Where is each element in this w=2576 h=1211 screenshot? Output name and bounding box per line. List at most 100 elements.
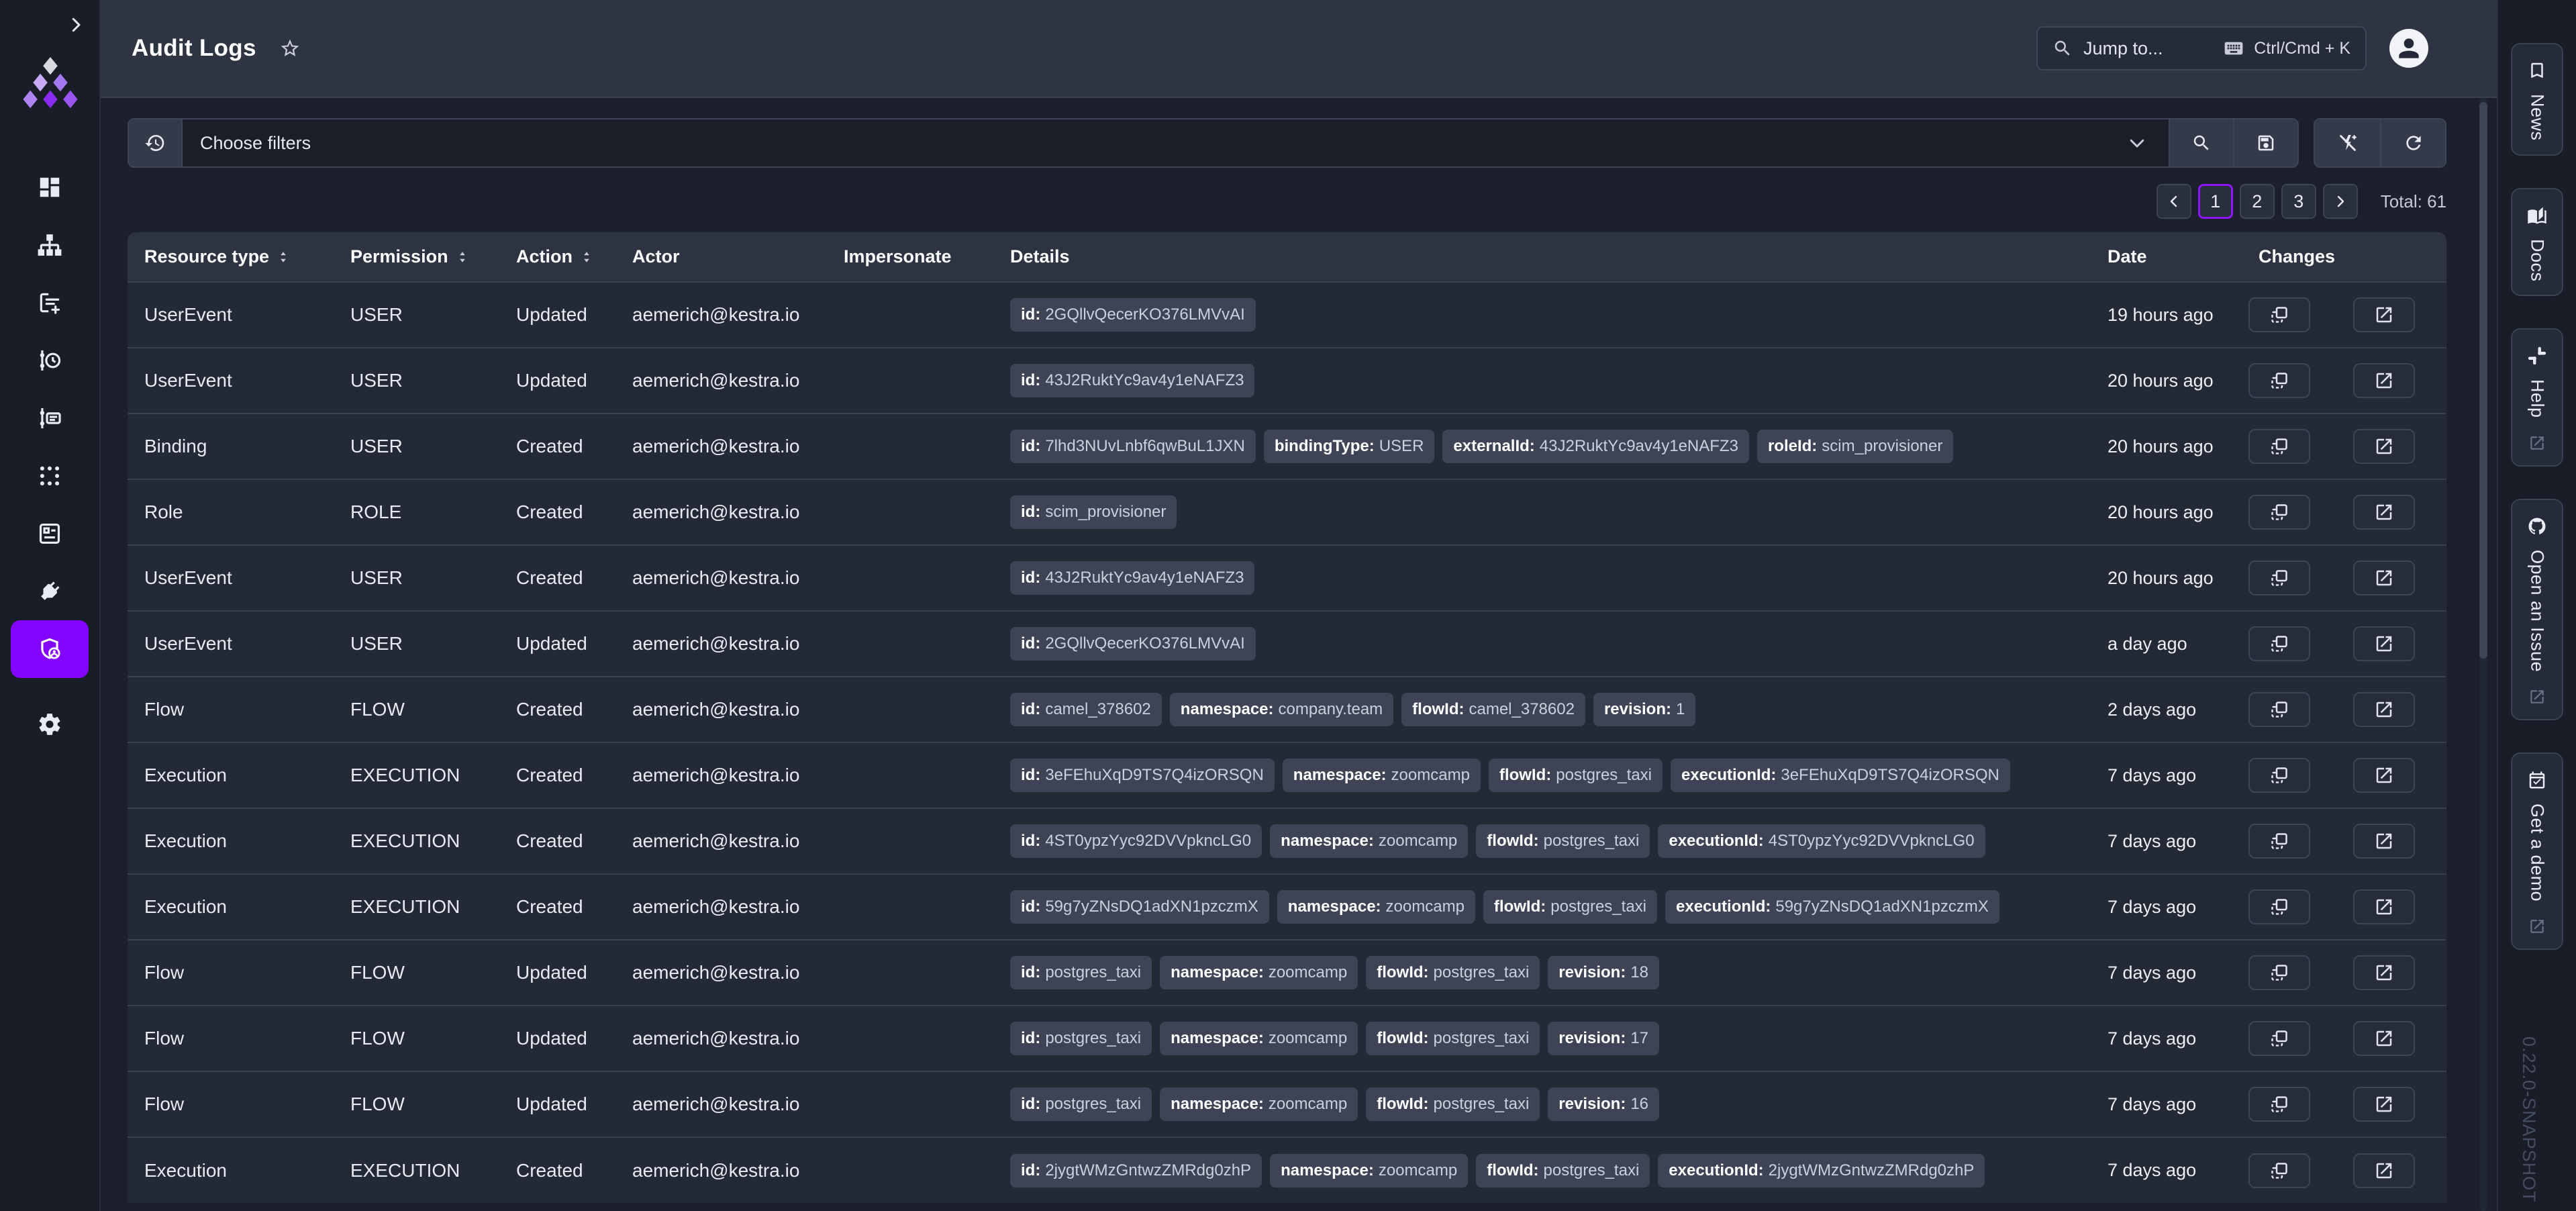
open-details-button[interactable]	[2353, 297, 2415, 332]
open-details-button[interactable]	[2353, 1021, 2415, 1056]
column-header-changes: Changes	[2242, 232, 2446, 282]
changes-diff-button[interactable]	[2248, 429, 2310, 464]
cell-details: id43J2RuktYc9av4y1eNAFZ3	[993, 544, 2091, 611]
open-details-button[interactable]	[2353, 495, 2415, 530]
sidebar-item-settings[interactable]	[11, 695, 89, 753]
sidebar-expand-button[interactable]	[66, 15, 86, 35]
detail-badge: namespacezoomcamp	[1282, 759, 1481, 792]
column-label: Impersonate	[844, 246, 952, 267]
open-in-new-icon	[2376, 1163, 2392, 1178]
changes-diff-button[interactable]	[2248, 363, 2310, 398]
cell-resource-type: UserEvent	[128, 610, 334, 677]
cell-changes	[2242, 742, 2446, 808]
kestra-logo[interactable]	[19, 56, 82, 112]
rail-tab-open-an-issue[interactable]: Open an Issue	[2511, 498, 2563, 720]
pagination-page-1[interactable]: 1	[2197, 184, 2233, 219]
auto-refresh-off-button[interactable]	[2315, 119, 2380, 166]
cell-date: a day ago	[2091, 610, 2242, 677]
rail-tab-label: Open an Issue	[2527, 549, 2548, 672]
ballot-icon	[39, 523, 60, 544]
changes-diff-button[interactable]	[2248, 889, 2310, 924]
filter-input[interactable]	[200, 132, 2123, 154]
pagination-page-2[interactable]: 2	[2239, 184, 2275, 219]
changes-diff-button[interactable]	[2248, 626, 2310, 661]
sidebar-item-executions[interactable]	[11, 332, 89, 389]
cell-changes	[2242, 808, 2446, 874]
jump-to-search[interactable]: Jump to... Ctrl/Cmd + K	[2036, 26, 2367, 70]
cell-changes	[2242, 939, 2446, 1006]
open-details-button[interactable]	[2353, 363, 2415, 398]
detail-badge: idpostgres_taxi	[1010, 956, 1152, 989]
sidebar-item-editor[interactable]	[11, 274, 89, 332]
open-details-button[interactable]	[2353, 429, 2415, 464]
open-details-button[interactable]	[2353, 889, 2415, 924]
sidebar-item-home[interactable]	[11, 158, 89, 216]
diff-copy-icon	[2271, 438, 2287, 454]
open-details-button[interactable]	[2353, 1153, 2415, 1188]
detail-badge: executionId59g7yZNsDQ1adXN1pzczmX	[1665, 890, 1999, 924]
column-header-actor: Actor	[615, 232, 827, 282]
sidebar-item-flows[interactable]	[11, 216, 89, 274]
changes-diff-button[interactable]	[2248, 824, 2310, 859]
sidebar-item-administration[interactable]	[11, 620, 89, 678]
pagination-page-3[interactable]: 3	[2281, 184, 2316, 219]
changes-diff-button[interactable]	[2248, 495, 2310, 530]
filter-dropdown-button[interactable]	[2123, 133, 2151, 153]
filter-history-button[interactable]	[129, 119, 183, 166]
changes-diff-button[interactable]	[2248, 1153, 2310, 1188]
pagination-next-button[interactable]	[2322, 184, 2358, 219]
open-details-button[interactable]	[2353, 824, 2415, 859]
filter-save-button[interactable]	[2233, 119, 2297, 166]
sidebar-item-blueprints[interactable]	[11, 505, 89, 563]
favorite-button[interactable]	[279, 38, 301, 59]
diff-copy-icon	[2271, 1162, 2287, 1179]
sidebar-item-logs[interactable]	[11, 389, 89, 447]
rail-tab-help[interactable]: Help	[2511, 328, 2563, 467]
changes-diff-button[interactable]	[2248, 758, 2310, 793]
open-details-button[interactable]	[2353, 692, 2415, 727]
user-avatar[interactable]	[2389, 29, 2428, 68]
rail-tab-news[interactable]: News	[2511, 43, 2563, 156]
open-details-button[interactable]	[2353, 626, 2415, 661]
cell-date: 7 days ago	[2091, 742, 2242, 808]
changes-diff-button[interactable]	[2248, 692, 2310, 727]
column-header-permission[interactable]: Permission	[334, 232, 499, 282]
changes-diff-button[interactable]	[2248, 297, 2310, 332]
power-plug-icon	[41, 581, 60, 600]
main-content: 123 Total: 61 Resource type Permission Act…	[101, 98, 2497, 1211]
sitemap-icon	[38, 234, 62, 256]
sort-icon	[459, 251, 465, 262]
table-row: FlowFLOWUpdatedaemerich@kestra.io idpostg…	[128, 1071, 2446, 1137]
scrollbar-thumb[interactable]	[2479, 102, 2487, 659]
pagination-prev-button[interactable]	[2156, 184, 2191, 219]
rail-tab-get-a-demo[interactable]: Get a demo	[2511, 752, 2563, 950]
topbar: Audit Logs Jump to... Ctrl/Cmd + K	[101, 0, 2497, 98]
cell-actor: aemerich@kestra.io	[615, 281, 827, 348]
changes-diff-button[interactable]	[2248, 1021, 2310, 1056]
sidebar-item-plugins[interactable]	[11, 563, 89, 620]
open-details-button[interactable]	[2353, 955, 2415, 990]
cell-impersonate	[827, 347, 993, 414]
filter-search-button[interactable]	[2169, 119, 2233, 166]
open-details-button[interactable]	[2353, 1087, 2415, 1122]
open-details-button[interactable]	[2353, 758, 2415, 793]
column-header-resource-type[interactable]: Resource type	[128, 232, 334, 282]
cell-permission: USER	[334, 281, 499, 348]
text-box-plus-icon	[40, 293, 60, 314]
history-icon	[145, 135, 164, 151]
detail-badge: idscim_provisioner	[1010, 495, 1177, 529]
diff-copy-icon	[2271, 307, 2287, 323]
detail-badge: flowIdpostgres_taxi	[1488, 759, 1663, 792]
chevron-down-icon	[2130, 139, 2144, 148]
refresh-button[interactable]	[2380, 119, 2445, 166]
pagination: 123 Total: 61	[128, 184, 2446, 219]
cell-changes	[2242, 347, 2446, 414]
changes-diff-button[interactable]	[2248, 561, 2310, 595]
open-details-button[interactable]	[2353, 561, 2415, 595]
sidebar-item-apps[interactable]	[11, 447, 89, 505]
changes-diff-button[interactable]	[2248, 955, 2310, 990]
column-header-action[interactable]: Action	[499, 232, 615, 282]
rail-tab-docs[interactable]: Docs	[2511, 187, 2563, 297]
table-row: UserEvent USER Updated aemerich@kestra.io id…	[128, 347, 2446, 414]
changes-diff-button[interactable]	[2248, 1087, 2310, 1122]
